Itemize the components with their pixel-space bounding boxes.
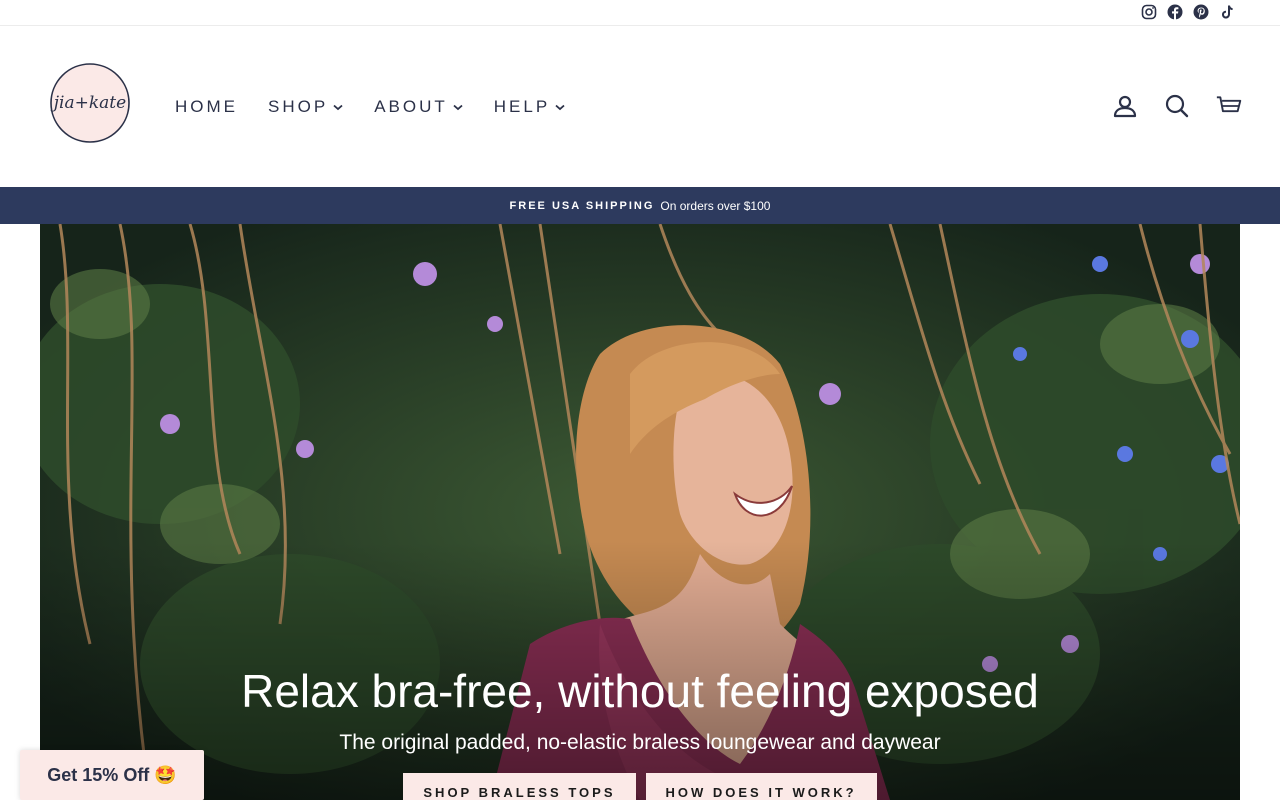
announcement-text: On orders over $100 <box>660 198 771 213</box>
social-bar <box>0 0 1280 26</box>
nav-shop-label: SHOP <box>268 97 329 116</box>
site-header: jia+kate HOME SHOP ABOUT HELP <box>0 27 1280 187</box>
chevron-down-icon <box>554 101 566 113</box>
account-icon[interactable] <box>1112 93 1138 119</box>
nav-help[interactable]: HELP <box>494 95 566 119</box>
nav-about[interactable]: ABOUT <box>374 95 464 119</box>
hero-banner: Relax bra-free, without feeling exposed … <box>40 224 1240 800</box>
nav-shop[interactable]: SHOP <box>268 95 344 119</box>
main-nav: HOME SHOP ABOUT HELP <box>175 95 596 119</box>
announcement-bar[interactable]: FREE USA SHIPPING On orders over $100 <box>0 187 1280 224</box>
announcement-bold: FREE USA SHIPPING <box>509 199 655 212</box>
facebook-icon[interactable] <box>1166 3 1184 21</box>
social-icons <box>1140 3 1236 21</box>
pinterest-icon[interactable] <box>1192 3 1210 21</box>
cart-icon[interactable] <box>1216 93 1242 119</box>
instagram-icon[interactable] <box>1140 3 1158 21</box>
nav-help-label: HELP <box>493 97 551 116</box>
shop-braless-tops-button[interactable]: SHOP BRALESS TOPS <box>403 773 636 800</box>
jia-kate-logo[interactable]: jia+kate <box>46 62 134 144</box>
search-icon[interactable] <box>1164 93 1190 119</box>
chevron-down-icon <box>452 101 464 113</box>
hero-title: Relax bra-free, without feeling exposed <box>241 665 1039 717</box>
discount-popup-button[interactable]: Get 15% Off 🤩 <box>20 750 204 800</box>
nav-about-label: ABOUT <box>374 97 448 116</box>
how-does-it-work-button[interactable]: HOW DOES IT WORK? <box>645 773 877 800</box>
svg-text:jia+kate: jia+kate <box>50 93 126 113</box>
hero-buttons: SHOP BRALESS TOPS HOW DOES IT WORK? <box>40 773 1240 800</box>
nav-home[interactable]: HOME <box>175 95 238 119</box>
chevron-down-icon <box>332 101 344 113</box>
discount-label: Get 15% Off 🤩 <box>47 764 177 785</box>
tiktok-icon[interactable] <box>1218 3 1236 21</box>
nav-home-label: HOME <box>175 97 238 116</box>
hero-subtitle: The original padded, no-elastic braless … <box>339 731 941 754</box>
header-icons <box>1112 93 1242 119</box>
